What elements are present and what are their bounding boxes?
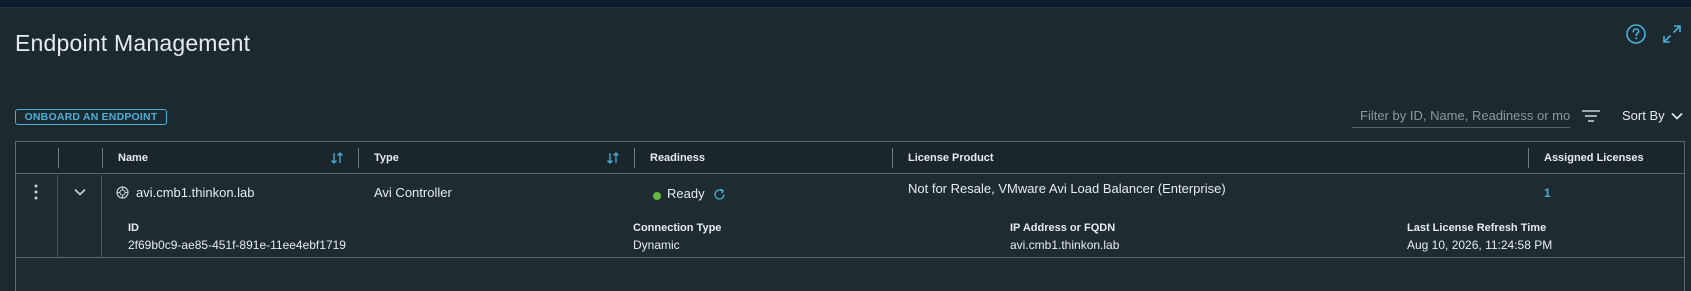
help-circle-icon[interactable] [1625, 23, 1647, 45]
column-separator [358, 148, 359, 168]
detail-refresh-label: Last License Refresh Time [1407, 222, 1547, 234]
readiness-status: Ready [667, 186, 705, 201]
sort-by-dropdown[interactable]: Sort By [1622, 108, 1683, 123]
chevron-down-icon[interactable] [74, 188, 86, 196]
endpoint-name: avi.cmb1.thinkon.lab [136, 185, 255, 200]
detail-connection-type-label: Connection Type [633, 222, 722, 234]
detail-refresh-value: Aug 10, 2026, 11:24:58 PM [1407, 238, 1553, 252]
refresh-icon[interactable] [713, 188, 726, 201]
license-product: Not for Resale, VMware Avi Load Balancer… [908, 181, 1226, 196]
sort-arrows-icon[interactable] [330, 152, 344, 164]
filter-lines-icon[interactable] [1581, 109, 1601, 123]
row-expand-cell [58, 175, 102, 258]
detail-ip-label: IP Address or FQDN [1010, 222, 1116, 234]
column-header-type[interactable]: Type [374, 142, 399, 174]
detail-id-value: 2f69b0c9-ae85-451f-891e-11ee4ebf1719 [128, 238, 346, 252]
column-separator [102, 148, 103, 168]
filter-input[interactable] [1352, 104, 1570, 128]
detail-id-label: ID [128, 222, 139, 234]
endpoint-datagrid: Name Type Readiness License Product Assi… [15, 141, 1685, 291]
chevron-down-icon [1671, 112, 1683, 120]
page-title: Endpoint Management [15, 30, 251, 56]
expand-arrows-icon[interactable] [1661, 23, 1683, 45]
table-row: avi.cmb1.thinkon.lab Avi Controller Read… [16, 175, 1684, 258]
column-separator [1528, 148, 1529, 168]
endpoint-node-icon [116, 186, 129, 199]
detail-connection-type-value: Dynamic [633, 238, 680, 252]
sort-by-label: Sort By [1622, 108, 1665, 123]
grid-empty-area [16, 259, 1684, 291]
column-header-assigned-licenses[interactable]: Assigned Licenses [1544, 142, 1644, 174]
sort-arrows-icon[interactable] [606, 152, 620, 164]
column-header-license-product[interactable]: License Product [908, 142, 994, 174]
kebab-menu-icon[interactable] [33, 183, 39, 201]
column-separator [58, 148, 59, 168]
column-header-readiness[interactable]: Readiness [650, 142, 705, 174]
column-header-name[interactable]: Name [118, 142, 148, 174]
detail-ip-value: avi.cmb1.thinkon.lab [1010, 238, 1120, 252]
onboard-endpoint-button[interactable]: ONBOARD AN ENDPOINT [15, 109, 167, 125]
assigned-licenses-link[interactable]: 1 [1544, 186, 1551, 200]
column-separator [892, 148, 893, 168]
grid-header: Name Type Readiness License Product Assi… [16, 142, 1684, 174]
row-actions-cell [16, 175, 58, 258]
endpoint-type: Avi Controller [374, 185, 452, 200]
top-nav-bar [0, 0, 1691, 8]
column-separator [634, 148, 635, 168]
status-ready-dot [653, 192, 661, 200]
